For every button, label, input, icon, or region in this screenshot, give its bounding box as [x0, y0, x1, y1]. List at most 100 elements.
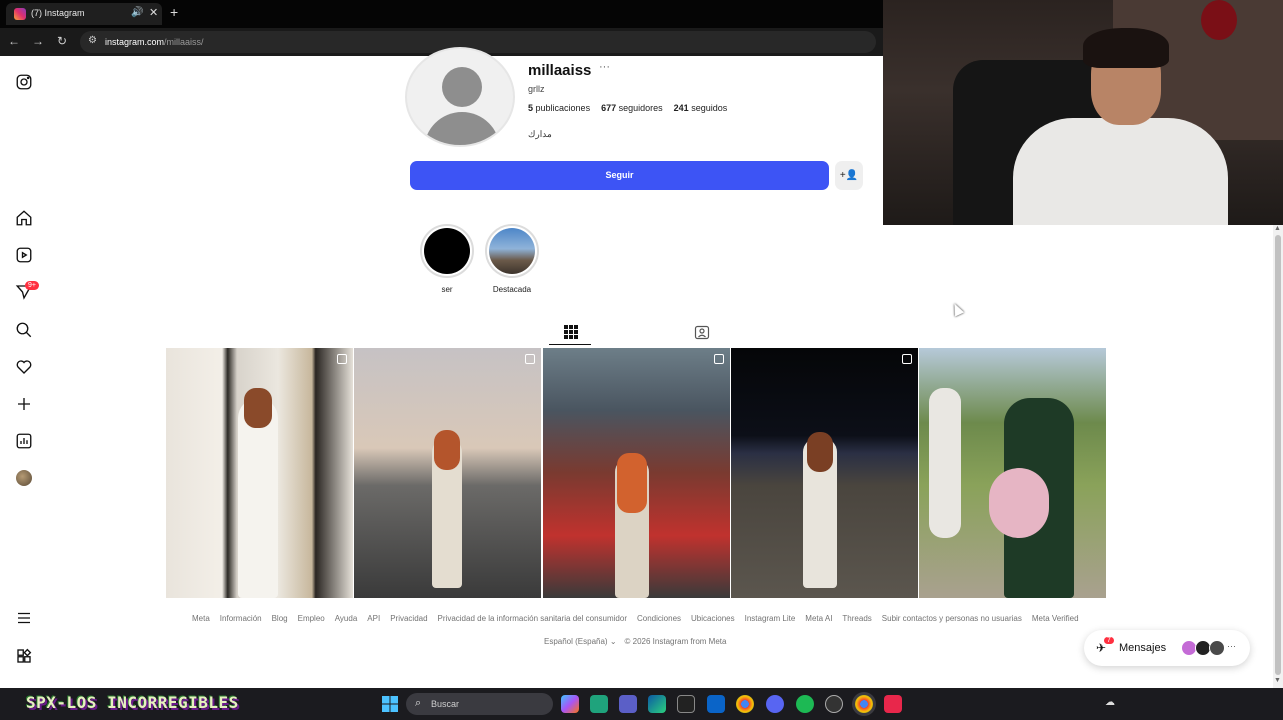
following-stat[interactable]: 241 seguidos — [674, 103, 728, 113]
home-icon[interactable] — [14, 208, 34, 228]
highlight-destacada[interactable]: Destacada — [477, 224, 547, 294]
webcam-overlay — [883, 0, 1283, 225]
footer-links: Meta Información Blog Empleo Ayuda API P… — [192, 614, 1079, 623]
chrome-active-icon[interactable] — [855, 695, 873, 713]
profile-picture[interactable] — [405, 47, 515, 147]
messages-panel-button[interactable]: ✈ 7 Mensajes ··· — [1084, 630, 1250, 666]
following-count: 241 — [673, 103, 689, 113]
footer-link[interactable]: API — [367, 614, 380, 623]
highlight-ring — [420, 224, 474, 278]
followers-count: 677 — [601, 103, 617, 113]
footer-link[interactable]: Privacidad de la información sanitaria d… — [438, 614, 627, 623]
tab-title: (7) Instagram — [31, 8, 85, 18]
post-thumbnail[interactable] — [543, 348, 730, 598]
messages-count-badge: 7 — [1104, 637, 1114, 644]
speaker-icon[interactable]: 🔊 — [131, 7, 143, 18]
footer-link[interactable]: Meta — [192, 614, 210, 623]
webcam-person-hair — [1083, 28, 1169, 68]
obs-icon[interactable] — [825, 695, 843, 713]
discord-icon[interactable] — [766, 695, 784, 713]
back-icon[interactable]: ← — [6, 34, 22, 48]
multiple-photos-icon — [337, 354, 347, 364]
footer-link[interactable]: Meta AI — [805, 614, 832, 623]
site-settings-icon[interactable]: ⚙ — [88, 35, 97, 46]
store-icon[interactable] — [590, 695, 608, 713]
apps-icon[interactable] — [14, 646, 34, 666]
footer-link[interactable]: Información — [220, 614, 262, 623]
webcam-person-shirt — [1013, 118, 1228, 225]
post-thumbnail[interactable] — [166, 348, 353, 598]
url-text: instagram.com/millaaiss/ — [105, 37, 204, 47]
language-label: Español (España) — [544, 637, 608, 646]
follow-button[interactable]: Seguir — [410, 161, 829, 190]
new-tab-icon[interactable]: + — [170, 4, 178, 20]
scroll-up-icon[interactable]: ▲ — [1274, 225, 1281, 232]
add-user-icon: +👤 — [839, 170, 859, 181]
footer-link[interactable]: Ubicaciones — [691, 614, 735, 623]
windows-start-icon[interactable] — [382, 696, 398, 712]
footer-link[interactable]: Condiciones — [637, 614, 681, 623]
highlight-label: ser — [441, 285, 453, 294]
footer-link[interactable]: Ayuda — [335, 614, 358, 623]
default-avatar-head — [442, 67, 482, 107]
outlook-icon[interactable] — [707, 695, 725, 713]
tagged-tab-icon[interactable] — [694, 324, 710, 340]
conversation-avatar — [1209, 640, 1225, 656]
messages-label: Mensajes — [1119, 642, 1167, 654]
footer-link[interactable]: Privacidad — [390, 614, 427, 623]
heart-icon[interactable] — [14, 357, 34, 377]
menu-icon[interactable] — [14, 608, 34, 628]
url-domain: instagram.com — [105, 37, 165, 47]
reload-icon[interactable]: ↻ — [54, 34, 70, 48]
language-select[interactable]: Español (España) ⌄ — [544, 637, 617, 646]
highlight-ser[interactable]: ser — [412, 224, 482, 294]
taskbar-search[interactable]: ⌕ Buscar — [406, 693, 553, 715]
footer-link[interactable]: Empleo — [298, 614, 325, 623]
footer-bottom: Español (España) ⌄ © 2026 Instagram from… — [544, 637, 726, 646]
footer-link[interactable]: Instagram Lite — [745, 614, 796, 623]
chrome-icon[interactable] — [736, 695, 754, 713]
profile-avatar-icon[interactable] — [16, 470, 32, 486]
create-icon[interactable] — [14, 394, 34, 414]
app-icon[interactable] — [677, 695, 695, 713]
profile-bio: مدارك — [528, 129, 552, 139]
posts-stat: 5 publicaciones — [528, 103, 590, 113]
following-label: seguidos — [691, 103, 728, 113]
search-icon[interactable] — [14, 320, 34, 340]
tiktok-icon[interactable] — [884, 695, 902, 713]
post-thumbnail[interactable] — [919, 348, 1106, 598]
footer-link[interactable]: Threads — [842, 614, 871, 623]
scrollbar-thumb[interactable] — [1275, 235, 1281, 675]
scroll-down-icon[interactable]: ▼ — [1274, 677, 1281, 684]
forward-icon[interactable]: → — [30, 34, 46, 48]
footer-link[interactable]: Blog — [272, 614, 288, 623]
post-thumbnail[interactable] — [731, 348, 918, 598]
active-tab-indicator — [549, 344, 591, 345]
spotify-icon[interactable] — [796, 695, 814, 713]
posts-grid-tab-icon[interactable] — [563, 324, 579, 340]
edge-icon[interactable] — [648, 695, 666, 713]
teams-icon[interactable] — [619, 695, 637, 713]
close-icon[interactable]: ✕ — [149, 6, 158, 19]
browser-tab-bar: (7) Instagram 🔊 ✕ + — [0, 0, 883, 28]
dashboard-icon[interactable] — [14, 431, 34, 451]
followers-stat[interactable]: 677 seguidores — [601, 103, 663, 113]
stream-overlay-text: SPX-LOS INCORREGIBLES — [26, 693, 239, 712]
suggested-users-button[interactable]: +👤 — [835, 161, 863, 190]
cloud-icon[interactable]: ☁ — [1105, 697, 1115, 708]
more-options-icon[interactable]: ··· — [599, 61, 610, 73]
copilot-icon[interactable] — [561, 695, 579, 713]
profile-username: millaaiss — [528, 62, 592, 79]
footer-link[interactable]: Meta Verified — [1032, 614, 1079, 623]
browser-tab[interactable]: (7) Instagram 🔊 ✕ — [6, 3, 162, 25]
highlight-cover — [489, 228, 535, 274]
post-thumbnail[interactable] — [354, 348, 541, 598]
webcam-decoration — [1201, 0, 1237, 40]
multiple-photos-icon — [902, 354, 912, 364]
reels-icon[interactable] — [14, 245, 34, 265]
page-scrollbar[interactable]: ▲ ▼ — [1273, 225, 1283, 688]
post-figure-hair — [244, 388, 272, 428]
instagram-logo-icon[interactable] — [14, 72, 34, 92]
footer-link[interactable]: Subir contactos y personas no usuarias — [882, 614, 1022, 623]
multiple-photos-icon — [525, 354, 535, 364]
